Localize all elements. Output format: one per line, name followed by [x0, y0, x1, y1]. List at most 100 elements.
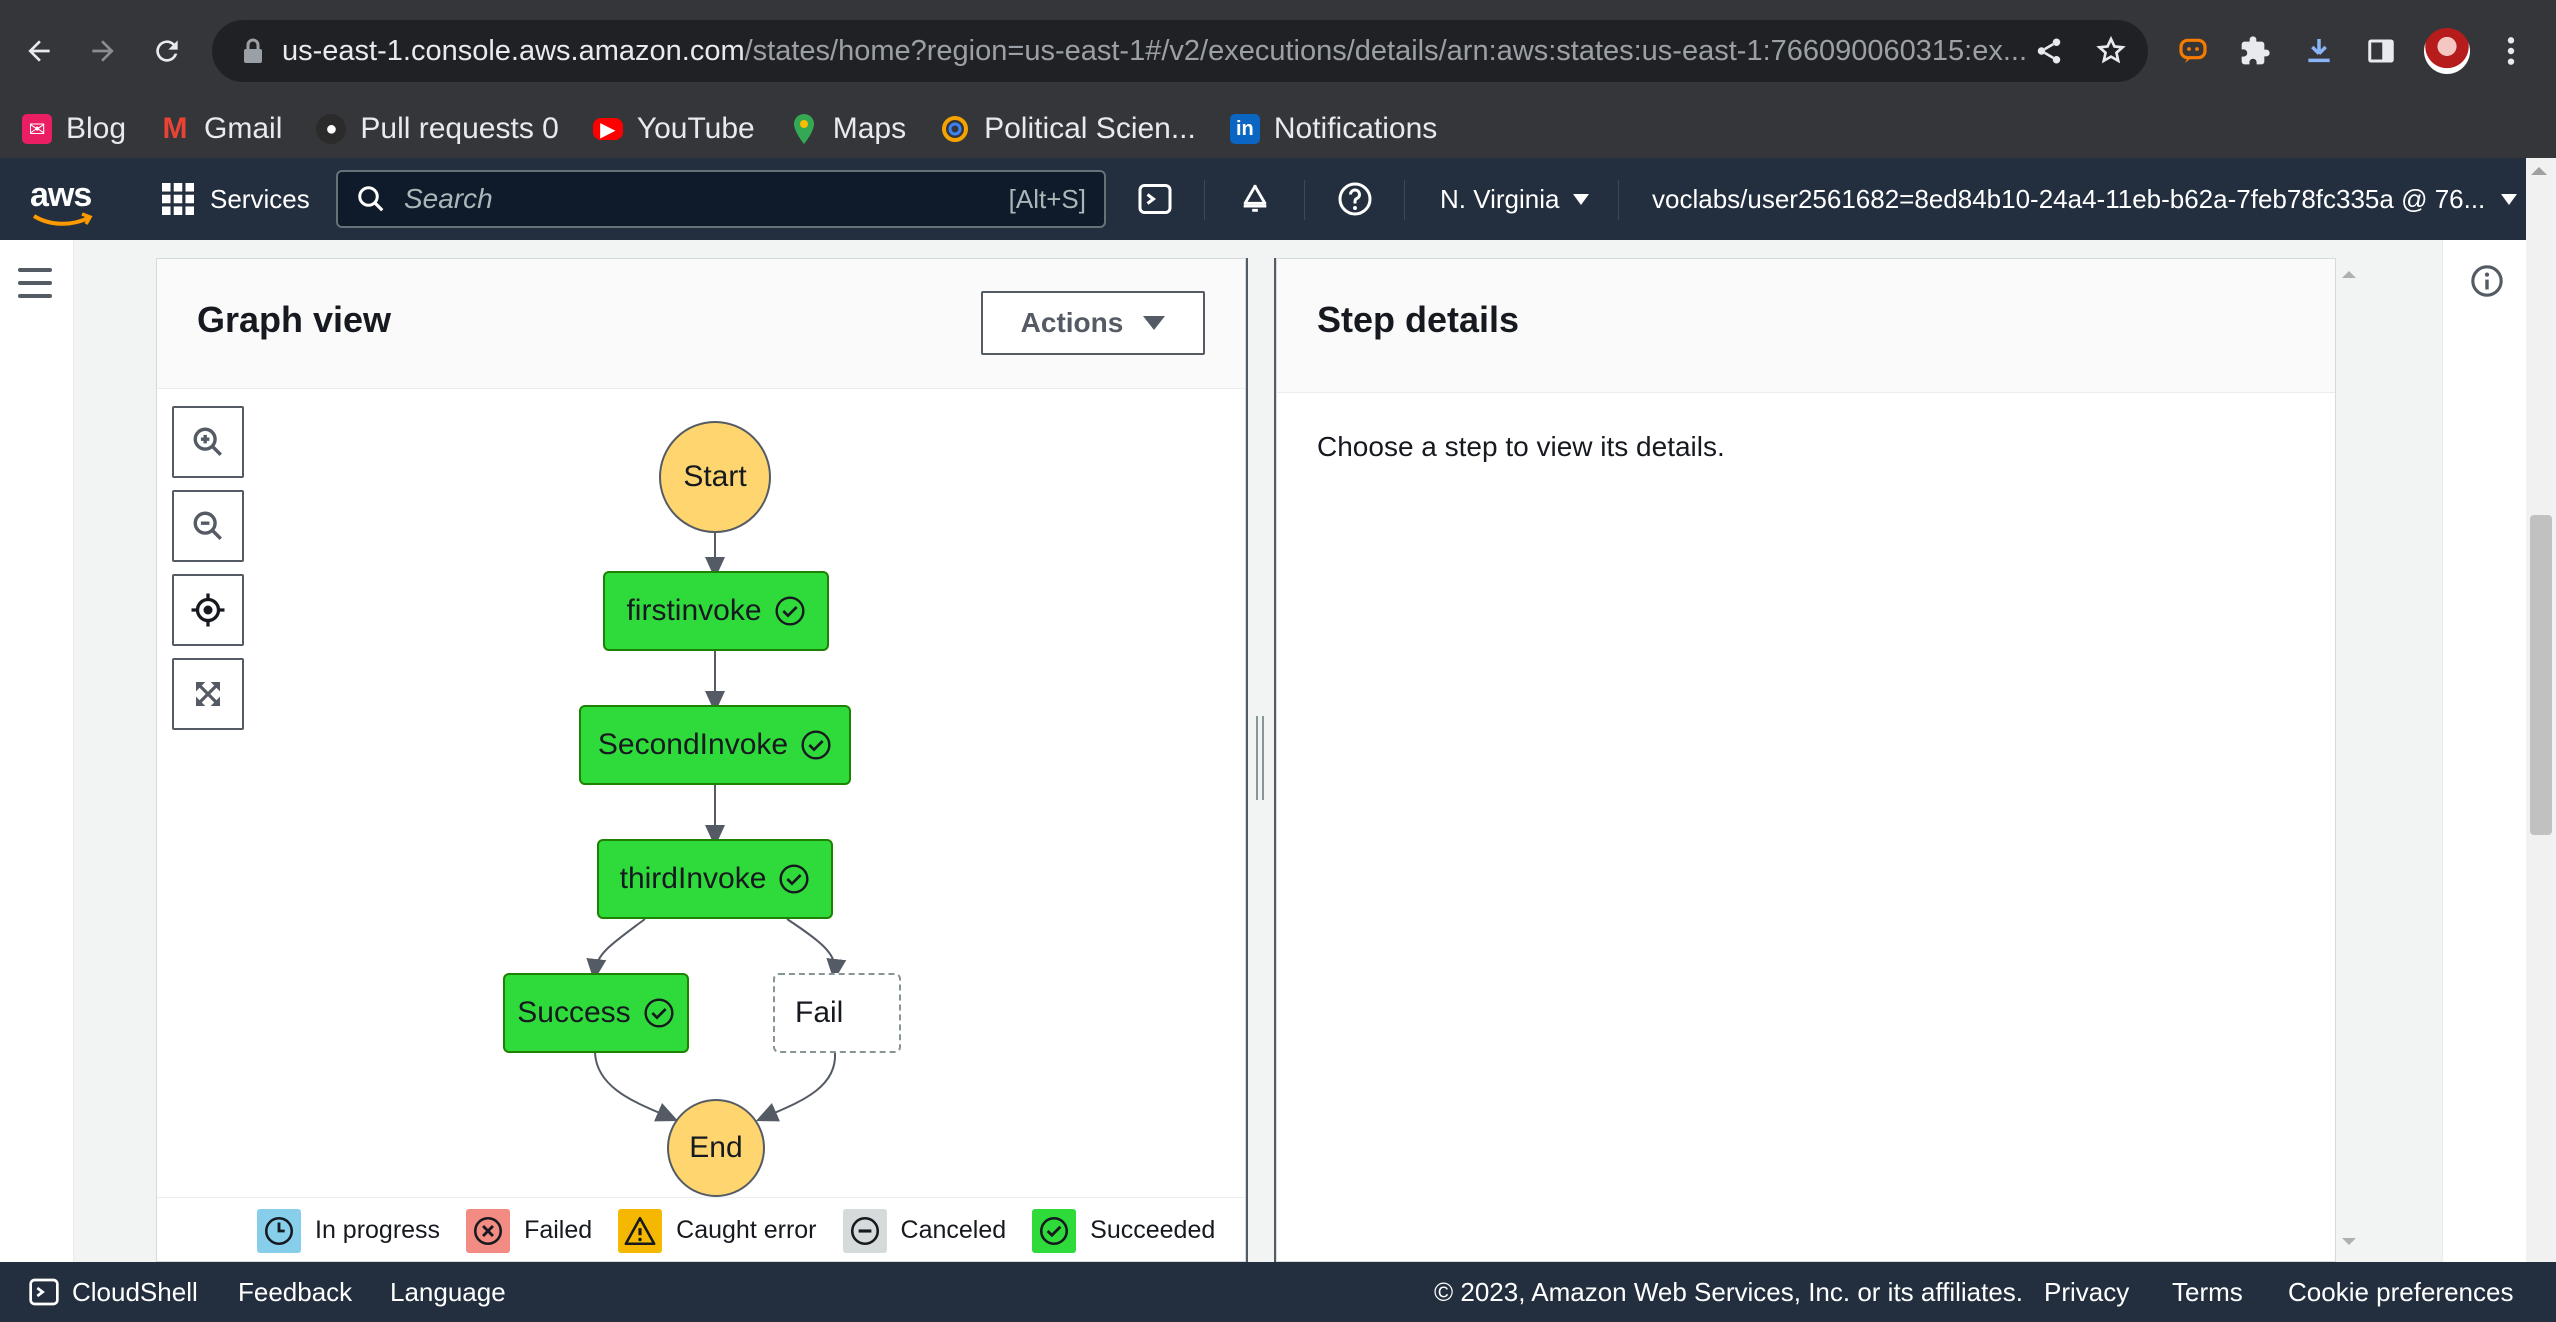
- feedback-link[interactable]: Feedback: [238, 1262, 352, 1322]
- right-help-rail: [2442, 240, 2526, 1262]
- legend-label: In progress: [315, 1216, 441, 1244]
- step-details-header: Step details: [1277, 259, 2335, 393]
- address-bar[interactable]: us-east-1.console.aws.amazon.com/states/…: [212, 20, 2148, 82]
- maps-icon: [789, 114, 819, 144]
- forward-button[interactable]: [78, 26, 128, 76]
- linkedin-icon: in: [1229, 114, 1260, 144]
- account-label: voclabs/user2561682=8ed84b10-24a4-11eb-b…: [1652, 183, 2486, 214]
- extension-button[interactable]: [2170, 28, 2216, 74]
- help-button[interactable]: [1332, 176, 1378, 222]
- region-selector[interactable]: N. Virginia: [1440, 158, 1590, 240]
- start-node[interactable]: Start: [659, 421, 771, 533]
- copyright-label: © 2023, Amazon Web Services, Inc. or its…: [1434, 1276, 2024, 1307]
- check-circle-icon: [774, 596, 805, 626]
- panel-scroll-up-icon[interactable]: [2340, 268, 2358, 280]
- fail-node[interactable]: Fail: [773, 973, 901, 1053]
- warning-icon: [618, 1208, 663, 1253]
- info-icon: [2471, 265, 2503, 297]
- aws-search-box[interactable]: [Alt+S]: [336, 170, 1106, 228]
- privacy-link[interactable]: Privacy: [2044, 1262, 2129, 1322]
- share-icon: [2037, 38, 2061, 64]
- bookmark-label: YouTube: [636, 112, 755, 145]
- bookmark-blog[interactable]: ✉ Blog: [22, 112, 126, 146]
- blog-icon: ✉: [22, 114, 52, 144]
- firstinvoke-node[interactable]: firstinvoke: [603, 571, 829, 651]
- bookmark-pull-requests[interactable]: ● Pull requests 0: [316, 112, 559, 146]
- status-legend: In progress Failed Caught error Canceled…: [157, 1197, 1245, 1261]
- search-icon: [358, 186, 384, 212]
- reload-button[interactable]: [142, 26, 192, 76]
- browser-menu-button[interactable]: [2488, 28, 2534, 74]
- end-node[interactable]: End: [667, 1099, 765, 1197]
- bookmark-notifications[interactable]: in Notifications: [1229, 112, 1437, 146]
- cloudshell-button[interactable]: [1132, 176, 1178, 222]
- caret-down-icon: [2501, 193, 2518, 205]
- minus-circle-icon: [842, 1208, 887, 1253]
- github-icon: ●: [316, 114, 347, 144]
- bookmark-maps[interactable]: Maps: [789, 112, 906, 146]
- panel-scroll-down-icon[interactable]: [2340, 1236, 2358, 1248]
- profile-avatar[interactable]: [2424, 28, 2470, 74]
- url-host: us-east-1.console.aws.amazon.com: [282, 34, 745, 67]
- node-label: Success: [517, 996, 631, 1029]
- region-label: N. Virginia: [1440, 183, 1560, 214]
- info-panel-button[interactable]: [2470, 264, 2504, 303]
- download-icon: [2308, 39, 2330, 63]
- console-footer: CloudShell Feedback Language © 2023, Ama…: [0, 1262, 2556, 1322]
- language-label: Language: [390, 1276, 506, 1307]
- side-panel-icon: [2368, 39, 2394, 63]
- back-button[interactable]: [14, 26, 64, 76]
- node-label: SecondInvoke: [597, 728, 789, 761]
- thirdinvoke-node[interactable]: thirdInvoke: [597, 839, 833, 919]
- bookmark-political-science[interactable]: Political Scien...: [940, 112, 1196, 146]
- legend-succeeded: Succeeded: [1032, 1208, 1216, 1253]
- bookmark-label: Maps: [832, 112, 907, 145]
- legend-label: Succeeded: [1090, 1216, 1216, 1244]
- node-label: firstinvoke: [626, 594, 762, 627]
- legend-label: Failed: [524, 1216, 593, 1244]
- url-path: /states/home?region=us-east-1#/v2/execut…: [744, 34, 2028, 67]
- node-label: Fail: [795, 996, 844, 1029]
- chat-extension-icon: [2179, 38, 2207, 63]
- search-shortcut: [Alt+S]: [1008, 183, 1086, 214]
- check-circle-icon: [801, 730, 831, 760]
- scroll-up-icon[interactable]: [2528, 164, 2550, 178]
- legend-label: Caught error: [676, 1216, 817, 1244]
- legend-caught-error: Caught error: [618, 1208, 817, 1253]
- language-link[interactable]: Language: [390, 1262, 506, 1322]
- clock-icon: [257, 1208, 301, 1253]
- extensions-button[interactable]: [2232, 28, 2278, 74]
- help-icon: [1338, 182, 1372, 216]
- header-divider: [1204, 180, 1205, 220]
- bookmark-gmail[interactable]: M Gmail: [160, 112, 283, 146]
- page-scrollbar-thumb[interactable]: [2530, 515, 2552, 835]
- secondinvoke-node[interactable]: SecondInvoke: [579, 705, 851, 785]
- search-input[interactable]: [404, 183, 1009, 215]
- services-label: Services: [210, 183, 310, 214]
- bookmark-star-button[interactable]: [2088, 28, 2134, 74]
- bookmark-label: Political Scien...: [984, 112, 1196, 145]
- caret-down-icon: [1573, 193, 1590, 205]
- node-label: End: [689, 1131, 743, 1164]
- cloudshell-link[interactable]: CloudShell: [28, 1262, 198, 1322]
- resize-grip-icon[interactable]: [1256, 716, 1264, 800]
- account-menu[interactable]: voclabs/user2561682=8ed84b10-24a4-11eb-b…: [1652, 158, 2518, 240]
- menu-toggle-button[interactable]: [18, 268, 52, 298]
- node-label: Start: [683, 460, 747, 493]
- back-arrow-icon: [28, 40, 50, 62]
- gmail-icon: M: [162, 112, 188, 145]
- check-circle-icon: [779, 864, 809, 894]
- terms-link[interactable]: Terms: [2172, 1262, 2243, 1322]
- bookmark-youtube[interactable]: ▶ YouTube: [592, 112, 755, 146]
- services-menu[interactable]: Services: [162, 158, 310, 240]
- aws-logo[interactable]: aws: [30, 176, 93, 226]
- side-panel-button[interactable]: [2358, 28, 2404, 74]
- share-button[interactable]: [2026, 28, 2072, 74]
- downloads-button[interactable]: [2296, 28, 2342, 74]
- legend-label: Canceled: [900, 1216, 1007, 1244]
- header-divider: [1404, 180, 1405, 220]
- step-details-panel: Step details Choose a step to view its d…: [1276, 258, 2336, 1262]
- cookie-preferences-link[interactable]: Cookie preferences: [2288, 1262, 2513, 1322]
- success-node[interactable]: Success: [503, 973, 689, 1053]
- notifications-button[interactable]: [1232, 176, 1278, 222]
